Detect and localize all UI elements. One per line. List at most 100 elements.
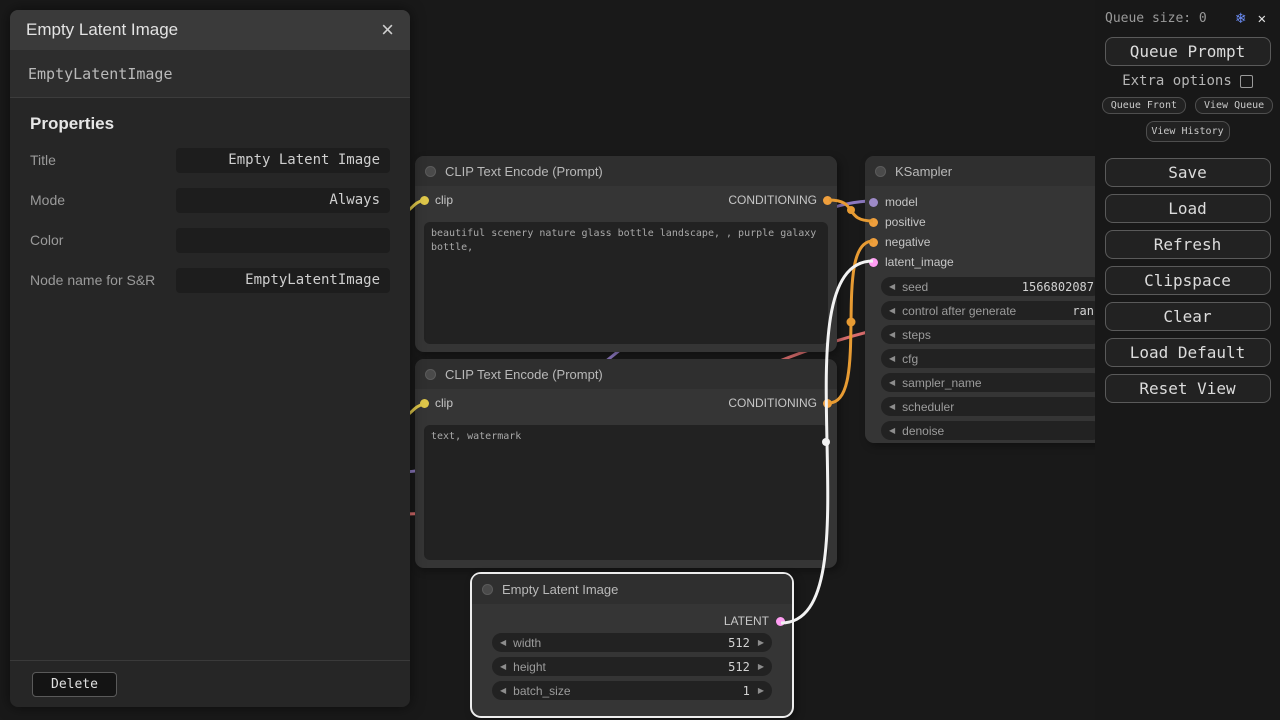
link-midpoint-dot xyxy=(847,318,856,327)
mode-field-label: Mode xyxy=(30,190,176,210)
steps-widget[interactable]: ◀ steps xyxy=(881,325,1102,344)
widget-value: 512 xyxy=(728,660,750,674)
decrement-arrow-icon[interactable]: ◀ xyxy=(889,426,895,435)
slot-label-conditioning: CONDITIONING xyxy=(728,396,817,410)
color-field-input[interactable] xyxy=(176,228,390,253)
queue-prompt-button[interactable]: Queue Prompt xyxy=(1105,37,1271,66)
extra-options-label: Extra options xyxy=(1122,73,1232,89)
collapse-dot-icon[interactable] xyxy=(875,166,886,177)
decrement-arrow-icon[interactable]: ◀ xyxy=(500,686,506,695)
snowflake-icon[interactable]: ❄ xyxy=(1235,10,1247,27)
node-clip-text-encode-positive[interactable]: CLIP Text Encode (Prompt) clip CONDITION… xyxy=(415,156,837,352)
positive-prompt-textarea[interactable]: beautiful scenery nature glass bottle la… xyxy=(424,222,828,344)
title-field-input[interactable]: Empty Latent Image xyxy=(176,148,390,173)
save-button[interactable]: Save xyxy=(1105,158,1271,187)
input-slot-negative[interactable] xyxy=(869,238,878,247)
output-slot-conditioning[interactable] xyxy=(823,399,832,408)
collapse-dot-icon[interactable] xyxy=(425,369,436,380)
slot-label-clip: clip xyxy=(435,396,453,410)
widget-label: denoise xyxy=(902,424,944,438)
slot-label-model: model xyxy=(885,195,918,209)
slot-label-latent: LATENT xyxy=(724,614,769,628)
decrement-arrow-icon[interactable]: ◀ xyxy=(500,662,506,671)
node-title: Empty Latent Image xyxy=(502,582,618,597)
link-midpoint-dot xyxy=(847,206,855,214)
output-slot-latent[interactable] xyxy=(776,617,785,626)
node-ksampler[interactable]: KSampler model positive negative latent_… xyxy=(865,156,1110,443)
widget-label: seed xyxy=(902,280,928,294)
cfg-widget[interactable]: ◀ cfg xyxy=(881,349,1102,368)
slot-label-clip: clip xyxy=(435,193,453,207)
widget-label: width xyxy=(513,636,541,650)
extra-options-checkbox[interactable] xyxy=(1240,75,1253,88)
collapse-dot-icon[interactable] xyxy=(482,584,493,595)
input-slot-model[interactable] xyxy=(869,198,878,207)
property-row-color: Color xyxy=(30,228,390,253)
widget-value: 1 xyxy=(743,684,750,698)
property-row-title: Title Empty Latent Image xyxy=(30,148,390,173)
comfyui-canvas[interactable]: CLIP Text Encode (Prompt) clip CONDITION… xyxy=(0,0,1280,720)
node-name-field-label: Node name for S&R xyxy=(30,270,176,290)
widget-value: 1566802087 xyxy=(1022,280,1094,294)
decrement-arrow-icon[interactable]: ◀ xyxy=(889,354,895,363)
node-title-bar[interactable]: CLIP Text Encode (Prompt) xyxy=(415,359,837,389)
seed-widget[interactable]: ◀ seed 1566802087 xyxy=(881,277,1102,296)
sampler-name-widget[interactable]: ◀ sampler_name xyxy=(881,373,1102,392)
increment-arrow-icon[interactable]: ▶ xyxy=(758,686,764,695)
height-widget[interactable]: ◀ height 512 ▶ xyxy=(492,657,772,676)
panel-title: Empty Latent Image xyxy=(26,20,178,40)
view-queue-button[interactable]: View Queue xyxy=(1195,97,1273,114)
input-slot-clip[interactable] xyxy=(420,399,429,408)
queue-size-label: Queue size: 0 xyxy=(1105,11,1207,26)
decrement-arrow-icon[interactable]: ◀ xyxy=(889,282,895,291)
panel-close-icon[interactable]: × xyxy=(381,19,394,41)
clear-button[interactable]: Clear xyxy=(1105,302,1271,331)
decrement-arrow-icon[interactable]: ◀ xyxy=(889,402,895,411)
properties-heading: Properties xyxy=(30,114,390,134)
widget-label: scheduler xyxy=(902,400,954,414)
node-empty-latent-image[interactable]: Empty Latent Image LATENT ◀ width 512 ▶ … xyxy=(470,572,794,718)
view-history-button[interactable]: View History xyxy=(1146,121,1230,142)
delete-node-button[interactable]: Delete xyxy=(32,672,117,697)
node-properties-panel: Empty Latent Image × EmptyLatentImage Pr… xyxy=(10,10,410,707)
load-default-button[interactable]: Load Default xyxy=(1105,338,1271,367)
load-button[interactable]: Load xyxy=(1105,194,1271,223)
width-widget[interactable]: ◀ width 512 ▶ xyxy=(492,633,772,652)
decrement-arrow-icon[interactable]: ◀ xyxy=(889,306,895,315)
increment-arrow-icon[interactable]: ▶ xyxy=(758,638,764,647)
denoise-widget[interactable]: ◀ denoise xyxy=(881,421,1102,440)
input-slot-clip[interactable] xyxy=(420,196,429,205)
widget-label: height xyxy=(513,660,546,674)
decrement-arrow-icon[interactable]: ◀ xyxy=(889,330,895,339)
slot-label-negative: negative xyxy=(885,235,930,249)
node-title-bar[interactable]: Empty Latent Image xyxy=(472,574,792,604)
close-menu-icon[interactable]: ✕ xyxy=(1258,11,1266,27)
widget-label: steps xyxy=(902,328,931,342)
node-title-bar[interactable]: CLIP Text Encode (Prompt) xyxy=(415,156,837,186)
scheduler-widget[interactable]: ◀ scheduler xyxy=(881,397,1102,416)
increment-arrow-icon[interactable]: ▶ xyxy=(758,662,764,671)
refresh-button[interactable]: Refresh xyxy=(1105,230,1271,259)
widget-label: batch_size xyxy=(513,684,570,698)
widget-label: cfg xyxy=(902,352,918,366)
node-name-field-input[interactable]: EmptyLatentImage xyxy=(176,268,390,293)
decrement-arrow-icon[interactable]: ◀ xyxy=(500,638,506,647)
batch-size-widget[interactable]: ◀ batch_size 1 ▶ xyxy=(492,681,772,700)
node-title-bar[interactable]: KSampler xyxy=(865,156,1110,186)
negative-prompt-textarea[interactable]: text, watermark xyxy=(424,425,828,560)
mode-field-input[interactable]: Always xyxy=(176,188,390,213)
collapse-dot-icon[interactable] xyxy=(425,166,436,177)
queue-front-button[interactable]: Queue Front xyxy=(1102,97,1186,114)
node-title: CLIP Text Encode (Prompt) xyxy=(445,367,603,382)
decrement-arrow-icon[interactable]: ◀ xyxy=(889,378,895,387)
node-clip-text-encode-negative[interactable]: CLIP Text Encode (Prompt) clip CONDITION… xyxy=(415,359,837,568)
slot-label-conditioning: CONDITIONING xyxy=(728,193,817,207)
widget-value: ran xyxy=(1072,304,1094,318)
control-after-generate-widget[interactable]: ◀ control after generate ran xyxy=(881,301,1102,320)
widget-value: 512 xyxy=(728,636,750,650)
input-slot-positive[interactable] xyxy=(869,218,878,227)
clipspace-button[interactable]: Clipspace xyxy=(1105,266,1271,295)
output-slot-conditioning[interactable] xyxy=(823,196,832,205)
input-slot-latent-image[interactable] xyxy=(869,258,878,267)
reset-view-button[interactable]: Reset View xyxy=(1105,374,1271,403)
